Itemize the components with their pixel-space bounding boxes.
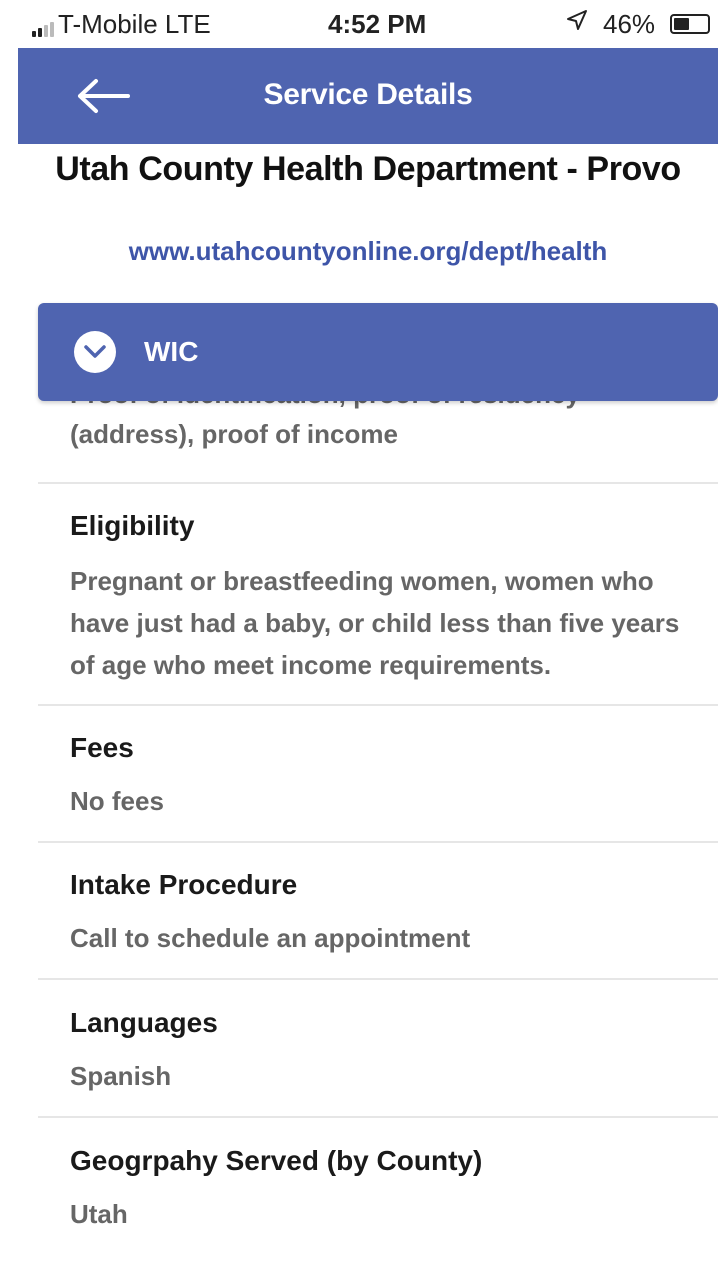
website-link[interactable]: www.utahcountyonline.org/dept/health [18,236,718,267]
battery-percent: 46% [603,9,656,39]
section-label: WIC [144,336,199,367]
eligibility-heading: Eligibility [70,510,195,541]
intake-value: Call to schedule an appointment [70,923,471,953]
organization-name: Utah County Health Department - Provo [55,150,681,188]
divider [38,978,718,980]
languages-value: Spanish [70,1061,172,1091]
carrier-label: T-Mobile LTE [58,9,211,39]
intake-heading: Intake Procedure [70,869,298,900]
geography-value: Utah [70,1199,128,1229]
eligibility-value: Pregnant or breastfeeding women, women w… [70,566,680,680]
divider [38,482,718,484]
location-arrow-icon [566,9,588,38]
nav-bar: Service Details [18,48,718,144]
fees-value: No fees [70,786,164,816]
requirements-value-line: (address), proof of income [70,419,398,449]
divider [38,841,718,843]
page-title: Service Details [263,78,473,111]
divider [38,704,718,706]
battery-icon [670,14,710,34]
languages-heading: Languages [70,1007,218,1038]
divider [38,1116,718,1118]
status-bar: T-Mobile LTE 4:52 PM 46% [18,0,718,48]
signal-icon [32,22,54,37]
fees-heading: Fees [70,732,134,763]
chevron-down-circle-icon [74,331,116,373]
clock: 4:52 PM [328,9,427,39]
service-section-header[interactable]: WIC [38,303,718,401]
geography-heading: Geogrpahy Served (by County) [70,1145,483,1176]
